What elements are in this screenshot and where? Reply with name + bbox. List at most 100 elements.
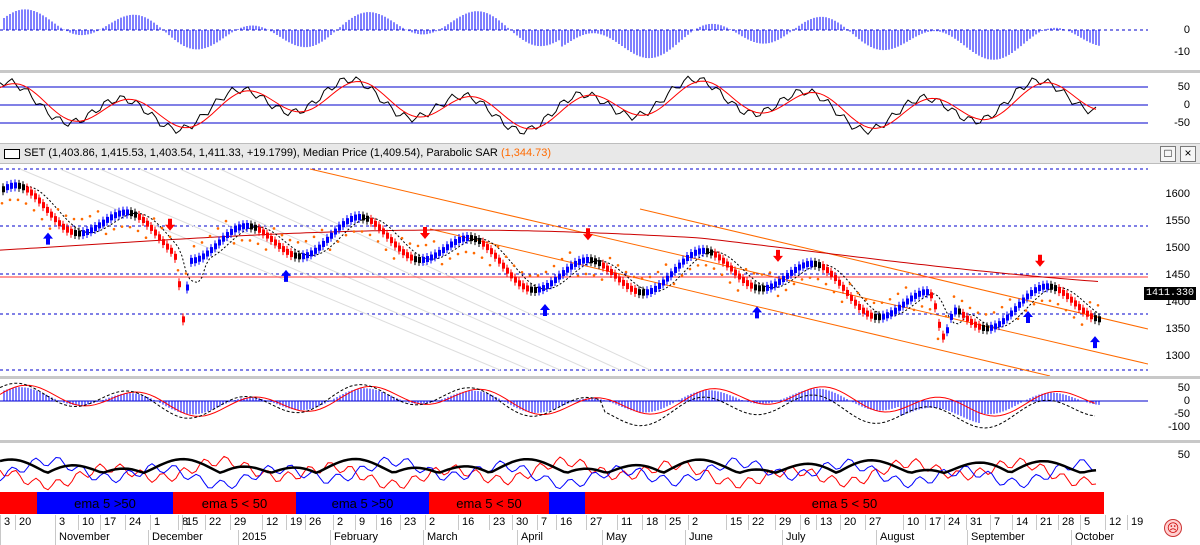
chart-title-bar[interactable]: SET (1,403.86, 1,415.53, 1,403.54, 1,411… bbox=[0, 143, 1200, 164]
candle-body bbox=[70, 228, 73, 235]
sar-dot bbox=[776, 294, 780, 298]
sar-dot bbox=[1016, 317, 1020, 321]
month-label: December bbox=[148, 530, 203, 545]
sar-dot bbox=[840, 300, 844, 304]
candle-body bbox=[522, 283, 525, 290]
sar-dot bbox=[312, 235, 316, 239]
axis-tick: -10 bbox=[1174, 46, 1190, 58]
sar-dot bbox=[280, 233, 284, 237]
candle-body bbox=[118, 210, 121, 217]
sar-dot bbox=[8, 198, 12, 202]
axis-tick: 1550 bbox=[1165, 215, 1190, 227]
ema-segment bbox=[0, 492, 37, 514]
date-label: 24 bbox=[125, 515, 141, 530]
candle-body bbox=[162, 239, 165, 246]
candle-body bbox=[1022, 297, 1025, 304]
sar-dot bbox=[136, 229, 140, 233]
candle-body bbox=[486, 244, 489, 251]
sell-arrow bbox=[583, 228, 593, 241]
candle-body bbox=[38, 197, 41, 204]
candle-body bbox=[1078, 304, 1081, 311]
candle-body bbox=[798, 264, 801, 271]
candle-body bbox=[1034, 287, 1037, 294]
candle-body bbox=[250, 223, 253, 230]
sar-dot bbox=[16, 198, 20, 202]
candle-body bbox=[650, 287, 653, 294]
histogram-axis: 0 -10 bbox=[1148, 0, 1200, 70]
candle-body bbox=[586, 256, 589, 263]
close-button[interactable]: × bbox=[1180, 146, 1196, 162]
candle-body bbox=[382, 228, 385, 235]
candle-body bbox=[218, 239, 221, 246]
candle-body bbox=[46, 206, 49, 213]
sar-dot bbox=[704, 263, 708, 267]
candle-body bbox=[846, 289, 849, 296]
date-label: 13 bbox=[816, 515, 832, 530]
adx-axis: 50 bbox=[1148, 443, 1200, 492]
sar-dot bbox=[904, 286, 908, 289]
macd-pane[interactable]: 50 0 -50 -100 bbox=[0, 379, 1200, 440]
candle-body bbox=[1046, 283, 1049, 290]
sar-dot bbox=[64, 214, 68, 217]
sar-dot bbox=[432, 240, 436, 243]
candle-body bbox=[354, 214, 357, 221]
adx-plot bbox=[0, 443, 1148, 492]
sar-dot bbox=[864, 298, 868, 301]
symbol-label: SET bbox=[24, 147, 46, 159]
candle-body bbox=[330, 232, 333, 239]
candle-body bbox=[922, 289, 925, 296]
candle-body bbox=[138, 213, 141, 220]
date-label: 28 bbox=[1058, 515, 1074, 530]
histogram-pane[interactable]: 0 -10 bbox=[0, 0, 1200, 70]
candle-body bbox=[714, 251, 717, 258]
candle-body bbox=[122, 209, 125, 216]
sar-dot bbox=[496, 245, 500, 248]
candle-body bbox=[830, 270, 833, 277]
maximize-button[interactable]: □ bbox=[1160, 146, 1176, 162]
candle-body bbox=[870, 312, 873, 319]
candle-body bbox=[14, 182, 17, 189]
candle-body bbox=[834, 275, 837, 282]
candle-body bbox=[814, 260, 817, 267]
date-label: 11 bbox=[617, 515, 632, 530]
sar-dot bbox=[240, 238, 244, 242]
candle-body bbox=[422, 256, 425, 263]
fan-line bbox=[19, 168, 501, 371]
candle-body bbox=[194, 257, 197, 264]
sar-dot bbox=[336, 240, 340, 243]
adx-pane[interactable]: 50 bbox=[0, 443, 1200, 492]
candle-body bbox=[498, 257, 501, 264]
date-label: 21 bbox=[1036, 515, 1052, 530]
sar-dot bbox=[944, 314, 948, 318]
candle-body bbox=[170, 247, 173, 254]
candle-body bbox=[78, 230, 81, 237]
candle-body bbox=[610, 269, 613, 276]
candle-body bbox=[746, 280, 749, 287]
candle-body bbox=[794, 266, 797, 273]
date-label: 2 bbox=[688, 515, 698, 530]
candle-body bbox=[978, 323, 981, 330]
candle-body bbox=[338, 224, 341, 231]
candle-body bbox=[530, 286, 533, 293]
candle-body bbox=[26, 186, 29, 193]
fan-line bbox=[59, 168, 531, 371]
price-pane[interactable]: 1600 1550 1500 1450 1400 1350 1300 1411.… bbox=[0, 164, 1200, 376]
candle-body bbox=[438, 249, 441, 256]
candle-body bbox=[790, 269, 793, 276]
candle-body bbox=[370, 217, 373, 224]
sar-dot bbox=[424, 243, 428, 247]
candle-body bbox=[1070, 296, 1073, 303]
candle-body bbox=[574, 260, 577, 267]
date-label: 2 bbox=[425, 515, 435, 530]
candle-body bbox=[1086, 310, 1089, 317]
sar-dot bbox=[1008, 298, 1012, 301]
sad-face-icon[interactable]: ☹ bbox=[1164, 519, 1182, 537]
oscillator-pane[interactable]: 50 0 -50 bbox=[0, 73, 1200, 143]
candle-body bbox=[558, 273, 561, 280]
sar-dot bbox=[120, 225, 124, 228]
candle-body bbox=[622, 279, 625, 286]
candle-body bbox=[442, 247, 445, 254]
sar-dot bbox=[640, 277, 644, 280]
month-label: May bbox=[602, 530, 627, 545]
candle-body bbox=[642, 289, 645, 296]
